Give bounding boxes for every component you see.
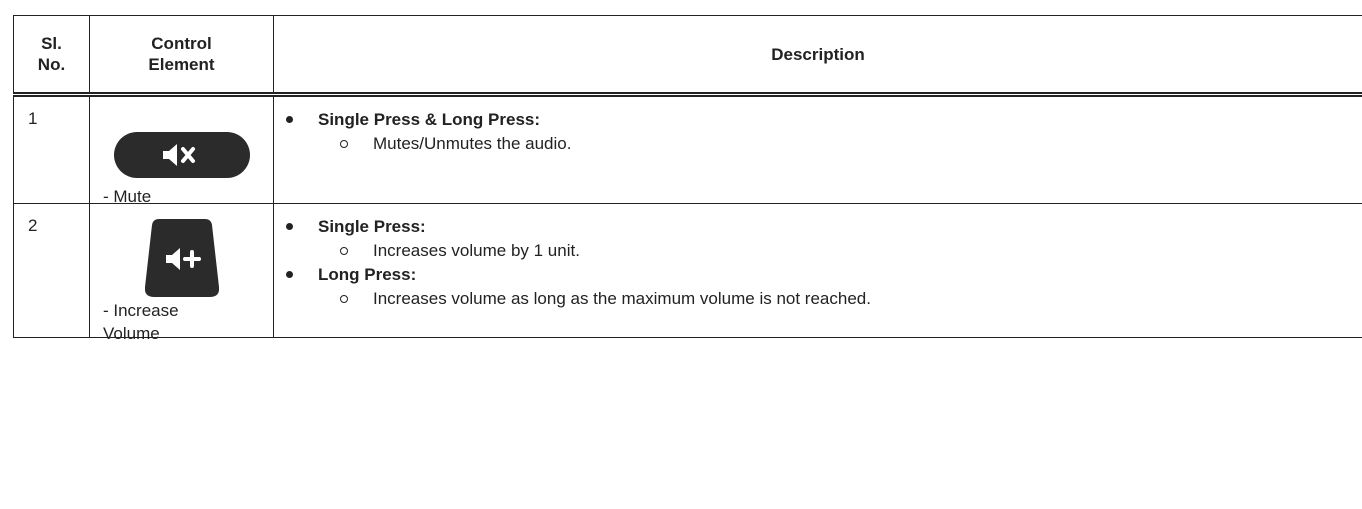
list-item: Single Press: Increases volume by 1 unit…	[282, 215, 1362, 263]
ring-bullet-icon	[340, 295, 348, 303]
table-row: 1 - Mute Single Press & Long Press: Mute…	[13, 94, 1362, 206]
sub-list-item: Increases volume by 1 unit.	[340, 239, 1362, 263]
control-label-increase: - Increase	[103, 301, 179, 320]
sub-item-text: Increases volume by 1 unit.	[373, 241, 580, 260]
volume-up-button-icon	[145, 219, 219, 297]
sub-list-item: Mutes/Unmutes the audio.	[340, 132, 1362, 156]
ring-bullet-icon	[340, 140, 348, 148]
sub-item-text: Mutes/Unmutes the audio.	[373, 134, 572, 153]
header-control-line2: Element	[148, 55, 215, 74]
bullet-icon	[286, 223, 293, 230]
list-item: Long Press: Increases volume as long as …	[282, 263, 1362, 311]
description-list: Single Press & Long Press: Mutes/Unmutes…	[282, 108, 1362, 156]
header-sl-no: Sl. No.	[13, 15, 90, 97]
sub-list-item: Increases volume as long as the maximum …	[340, 287, 1362, 311]
header-control-element: Control Element	[89, 15, 274, 97]
description-cell: Single Press: Increases volume by 1 unit…	[273, 203, 1362, 338]
description-cell: Single Press & Long Press: Mutes/Unmutes…	[273, 94, 1362, 204]
item-title: Long Press:	[318, 265, 417, 284]
bullet-icon	[286, 271, 293, 278]
sub-item-text: Increases volume as long as the maximum …	[373, 289, 871, 308]
header-description: Description	[273, 15, 1362, 97]
row-number: 2	[13, 203, 90, 338]
list-item: Single Press & Long Press: Mutes/Unmutes…	[282, 108, 1362, 156]
item-title: Single Press:	[318, 217, 426, 236]
ring-bullet-icon	[340, 247, 348, 255]
control-elements-table: Sl. No. Control Element Description 1 - …	[13, 15, 1362, 343]
control-element-cell: - Increase Volume	[89, 203, 274, 343]
table-row: 2 - Increase Volume Single Press: Increa…	[13, 203, 1362, 343]
row-number: 1	[13, 94, 90, 204]
description-list: Single Press: Increases volume by 1 unit…	[282, 215, 1362, 311]
control-element-cell: - Mute	[89, 94, 274, 206]
header-row: Sl. No. Control Element Description	[13, 15, 1362, 97]
sub-list: Mutes/Unmutes the audio.	[318, 132, 1362, 156]
control-label-volume: Volume	[103, 324, 160, 343]
item-title: Single Press & Long Press:	[318, 110, 541, 129]
header-sl-no-line2: No.	[37, 55, 66, 74]
header-control-line1: Control	[151, 34, 212, 53]
sub-list: Increases volume as long as the maximum …	[318, 287, 1362, 311]
mute-button-icon	[114, 132, 250, 178]
sub-list: Increases volume by 1 unit.	[318, 239, 1362, 263]
header-sl-no-line1: Sl.	[41, 34, 62, 53]
bullet-icon	[286, 116, 293, 123]
